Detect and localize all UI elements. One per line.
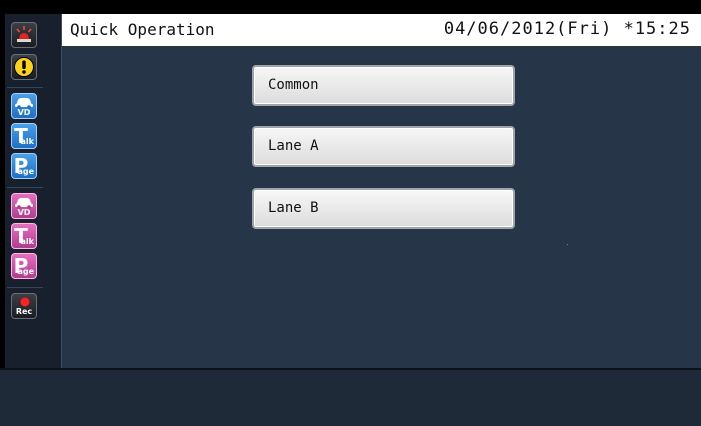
lane-b-button[interactable]: Lane B (252, 188, 515, 229)
screen-artifact (567, 244, 568, 245)
main-content: Common Lane A Lane B (60, 48, 701, 368)
talk-suffix: alk (20, 237, 34, 246)
sidebar-divider (7, 187, 43, 188)
record-button[interactable]: Rec (11, 293, 37, 319)
vd-label: VD (17, 208, 31, 217)
talk-button-lane-a[interactable]: T alk (11, 123, 37, 149)
sidebar-divider (7, 87, 43, 88)
screen: Quick Operation 04/06/2012(Fri) *15:25 C… (0, 0, 701, 426)
sidebar: VD T alk P age VD T alk P age Rec (5, 14, 62, 368)
vd-label: VD (17, 108, 31, 117)
page-title: Quick Operation (70, 20, 215, 39)
vd-button-lane-b[interactable]: VD (11, 193, 37, 219)
header-bar: Quick Operation 04/06/2012(Fri) *15:25 (60, 14, 701, 48)
warning-icon (14, 57, 34, 77)
talk-suffix: alk (20, 137, 34, 146)
talk-button-lane-b[interactable]: T alk (11, 223, 37, 249)
page-button-lane-a[interactable]: P age (11, 153, 37, 179)
page-suffix: age (17, 167, 34, 176)
page-button-lane-b[interactable]: P age (11, 253, 37, 279)
record-label: Rec (15, 307, 33, 316)
record-icon (20, 297, 30, 307)
common-button[interactable]: Common (252, 65, 515, 106)
warning-button[interactable] (11, 54, 37, 80)
alarm-light-button[interactable] (11, 22, 37, 48)
page-suffix: age (17, 267, 34, 276)
vd-button-lane-a[interactable]: VD (11, 93, 37, 119)
alarm-light-icon (16, 26, 32, 42)
date-time-display: 04/06/2012(Fri) *15:25 (443, 19, 691, 39)
status-bar (0, 368, 701, 426)
sidebar-divider (7, 287, 43, 288)
lane-a-button[interactable]: Lane A (252, 126, 515, 167)
